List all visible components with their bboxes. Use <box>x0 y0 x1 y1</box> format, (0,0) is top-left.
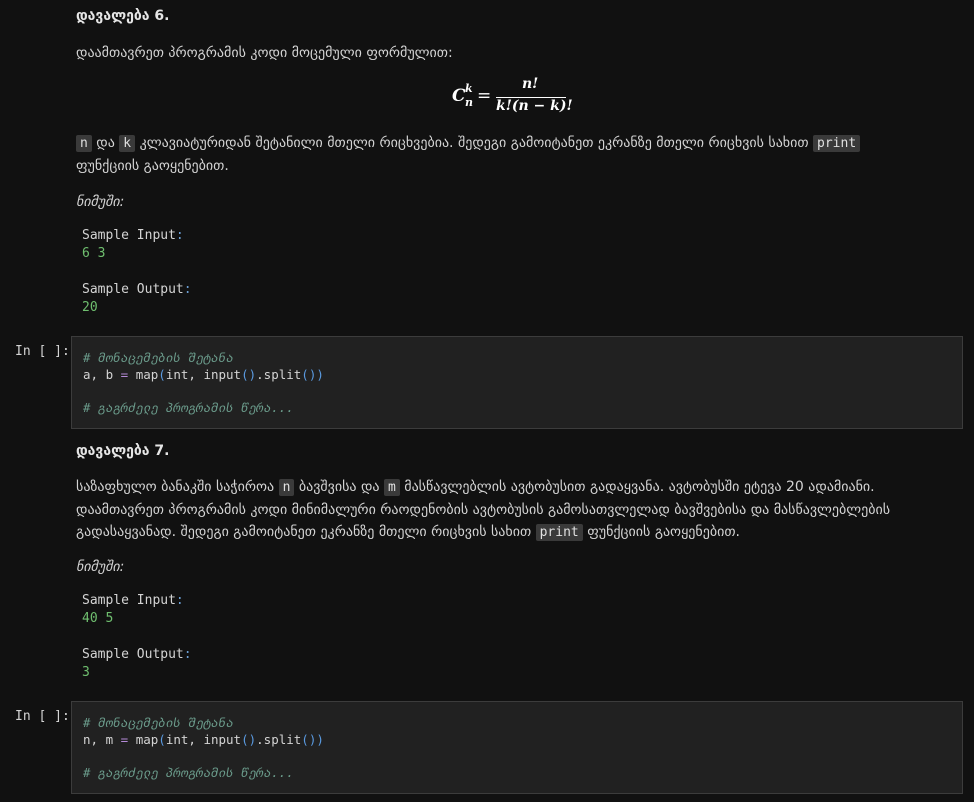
t7-line1a: საზაფხულო ბანაკში საჭიროა <box>76 479 279 495</box>
task6-description: n და k კლავიატურიდან შეტანილი მთელი რიცხ… <box>76 132 956 177</box>
cell2-tail: .split <box>256 731 302 747</box>
formula-lhs-sub: n <box>465 96 473 109</box>
t7-line3a: გადასაყვანად. შედეგი გამოიტანეთ ეკრანზე … <box>76 524 536 540</box>
sample-output-value: 20 <box>82 300 98 315</box>
sample-input-label: Sample Input <box>82 228 176 243</box>
task7-title-block: დავალება 7. <box>76 440 956 462</box>
cell2-args: int, input <box>165 731 242 747</box>
desc-part1: კლავიატურიდან შეტანილი მთელი რიცხვებია. … <box>135 135 814 151</box>
sample-output-value-2: 3 <box>82 665 90 680</box>
task6-markdown: დავალება 6. <box>76 5 956 27</box>
task7-description: საზაფხულო ბანაკში საჭიროა n ბავშვისა და … <box>76 476 956 544</box>
sample-input-value-2: 40 5 <box>82 611 114 626</box>
print-code: print <box>813 135 861 152</box>
formula-numerator: n! <box>522 76 539 92</box>
cell2-comment2: # გაგრძელე პროგრამის წერა... <box>83 764 294 780</box>
var-k-code: k <box>119 135 136 152</box>
sample-output-label: Sample Output <box>82 282 184 297</box>
code-cell-1[interactable]: # მონაცემების შეტანა a, b = map(int, inp… <box>71 336 963 429</box>
cell1-tail: .split <box>256 366 302 382</box>
t7-line3b: ფუნქციის გაოყენებით. <box>582 524 740 540</box>
t7-line1c: მასწავლებლის ავტობუსით გადაყვანა. ავტობუ… <box>399 479 875 495</box>
sample-output-label-2: Sample Output <box>82 647 184 662</box>
formula-equals: = <box>477 86 492 106</box>
cell2-vars: n, m <box>83 731 114 747</box>
cell2-fn: map <box>135 731 159 747</box>
cell2-prompt: In [ ]: <box>15 709 70 724</box>
task6-intro: დაამთავრეთ პროგრამის კოდი მოცემული ფორმუ… <box>76 45 453 61</box>
task6-example-label: ნიმუში: <box>76 194 125 210</box>
formula-denominator: k!(n − k)! <box>496 98 573 114</box>
sample-input-label-2: Sample Input <box>82 593 176 608</box>
cell1-comment1: # მონაცემების შეტანა <box>83 350 234 365</box>
print-code-2: print <box>535 524 583 541</box>
combination-formula: C k n = n! k!(n − k)! <box>452 76 582 120</box>
desc-part2: ფუნქციის გაოყენებით. <box>76 158 229 174</box>
cell1-eq: = <box>120 366 129 382</box>
task6-intro-block: დაამთავრეთ პროგრამის კოდი მოცემული ფორმუ… <box>76 42 956 64</box>
formula-lhs-base: C <box>452 86 466 106</box>
var-n-code-2: n <box>278 479 295 496</box>
cell1-prompt: In [ ]: <box>15 344 70 359</box>
cell1-args: int, input <box>165 366 242 382</box>
t7-line2: დაამთავრეთ პროგრამის კოდი მინიმალური რაო… <box>76 502 891 518</box>
task6-title: დავალება 6. <box>76 8 170 24</box>
var-m-code: m <box>383 479 400 496</box>
cell1-vars: a, b <box>83 366 114 382</box>
sample-input-value: 6 3 <box>82 246 106 261</box>
task7-example-label: ნიმუში: <box>76 559 125 575</box>
task7-title: დავალება 7. <box>76 443 170 459</box>
task7-sample-block: Sample Input: 40 5 Sample Output: 3 <box>82 593 192 680</box>
t7-line1b: ბავშვისა და <box>294 479 384 495</box>
cell2-eq: = <box>120 731 129 747</box>
var-n-code: n <box>76 135 92 152</box>
cell1-comment2: # გაგრძელე პროგრამის წერა... <box>83 399 294 415</box>
formula-lhs-sup: k <box>465 82 473 95</box>
desc-and: და <box>91 135 120 151</box>
cell2-comment1: # მონაცემების შეტანა <box>83 715 234 730</box>
task6-sample-block: Sample Input: 6 3 Sample Output: 20 <box>82 228 192 315</box>
code-cell-2[interactable]: # მონაცემების შეტანა n, m = map(int, inp… <box>71 701 963 794</box>
cell1-fn: map <box>135 366 159 382</box>
